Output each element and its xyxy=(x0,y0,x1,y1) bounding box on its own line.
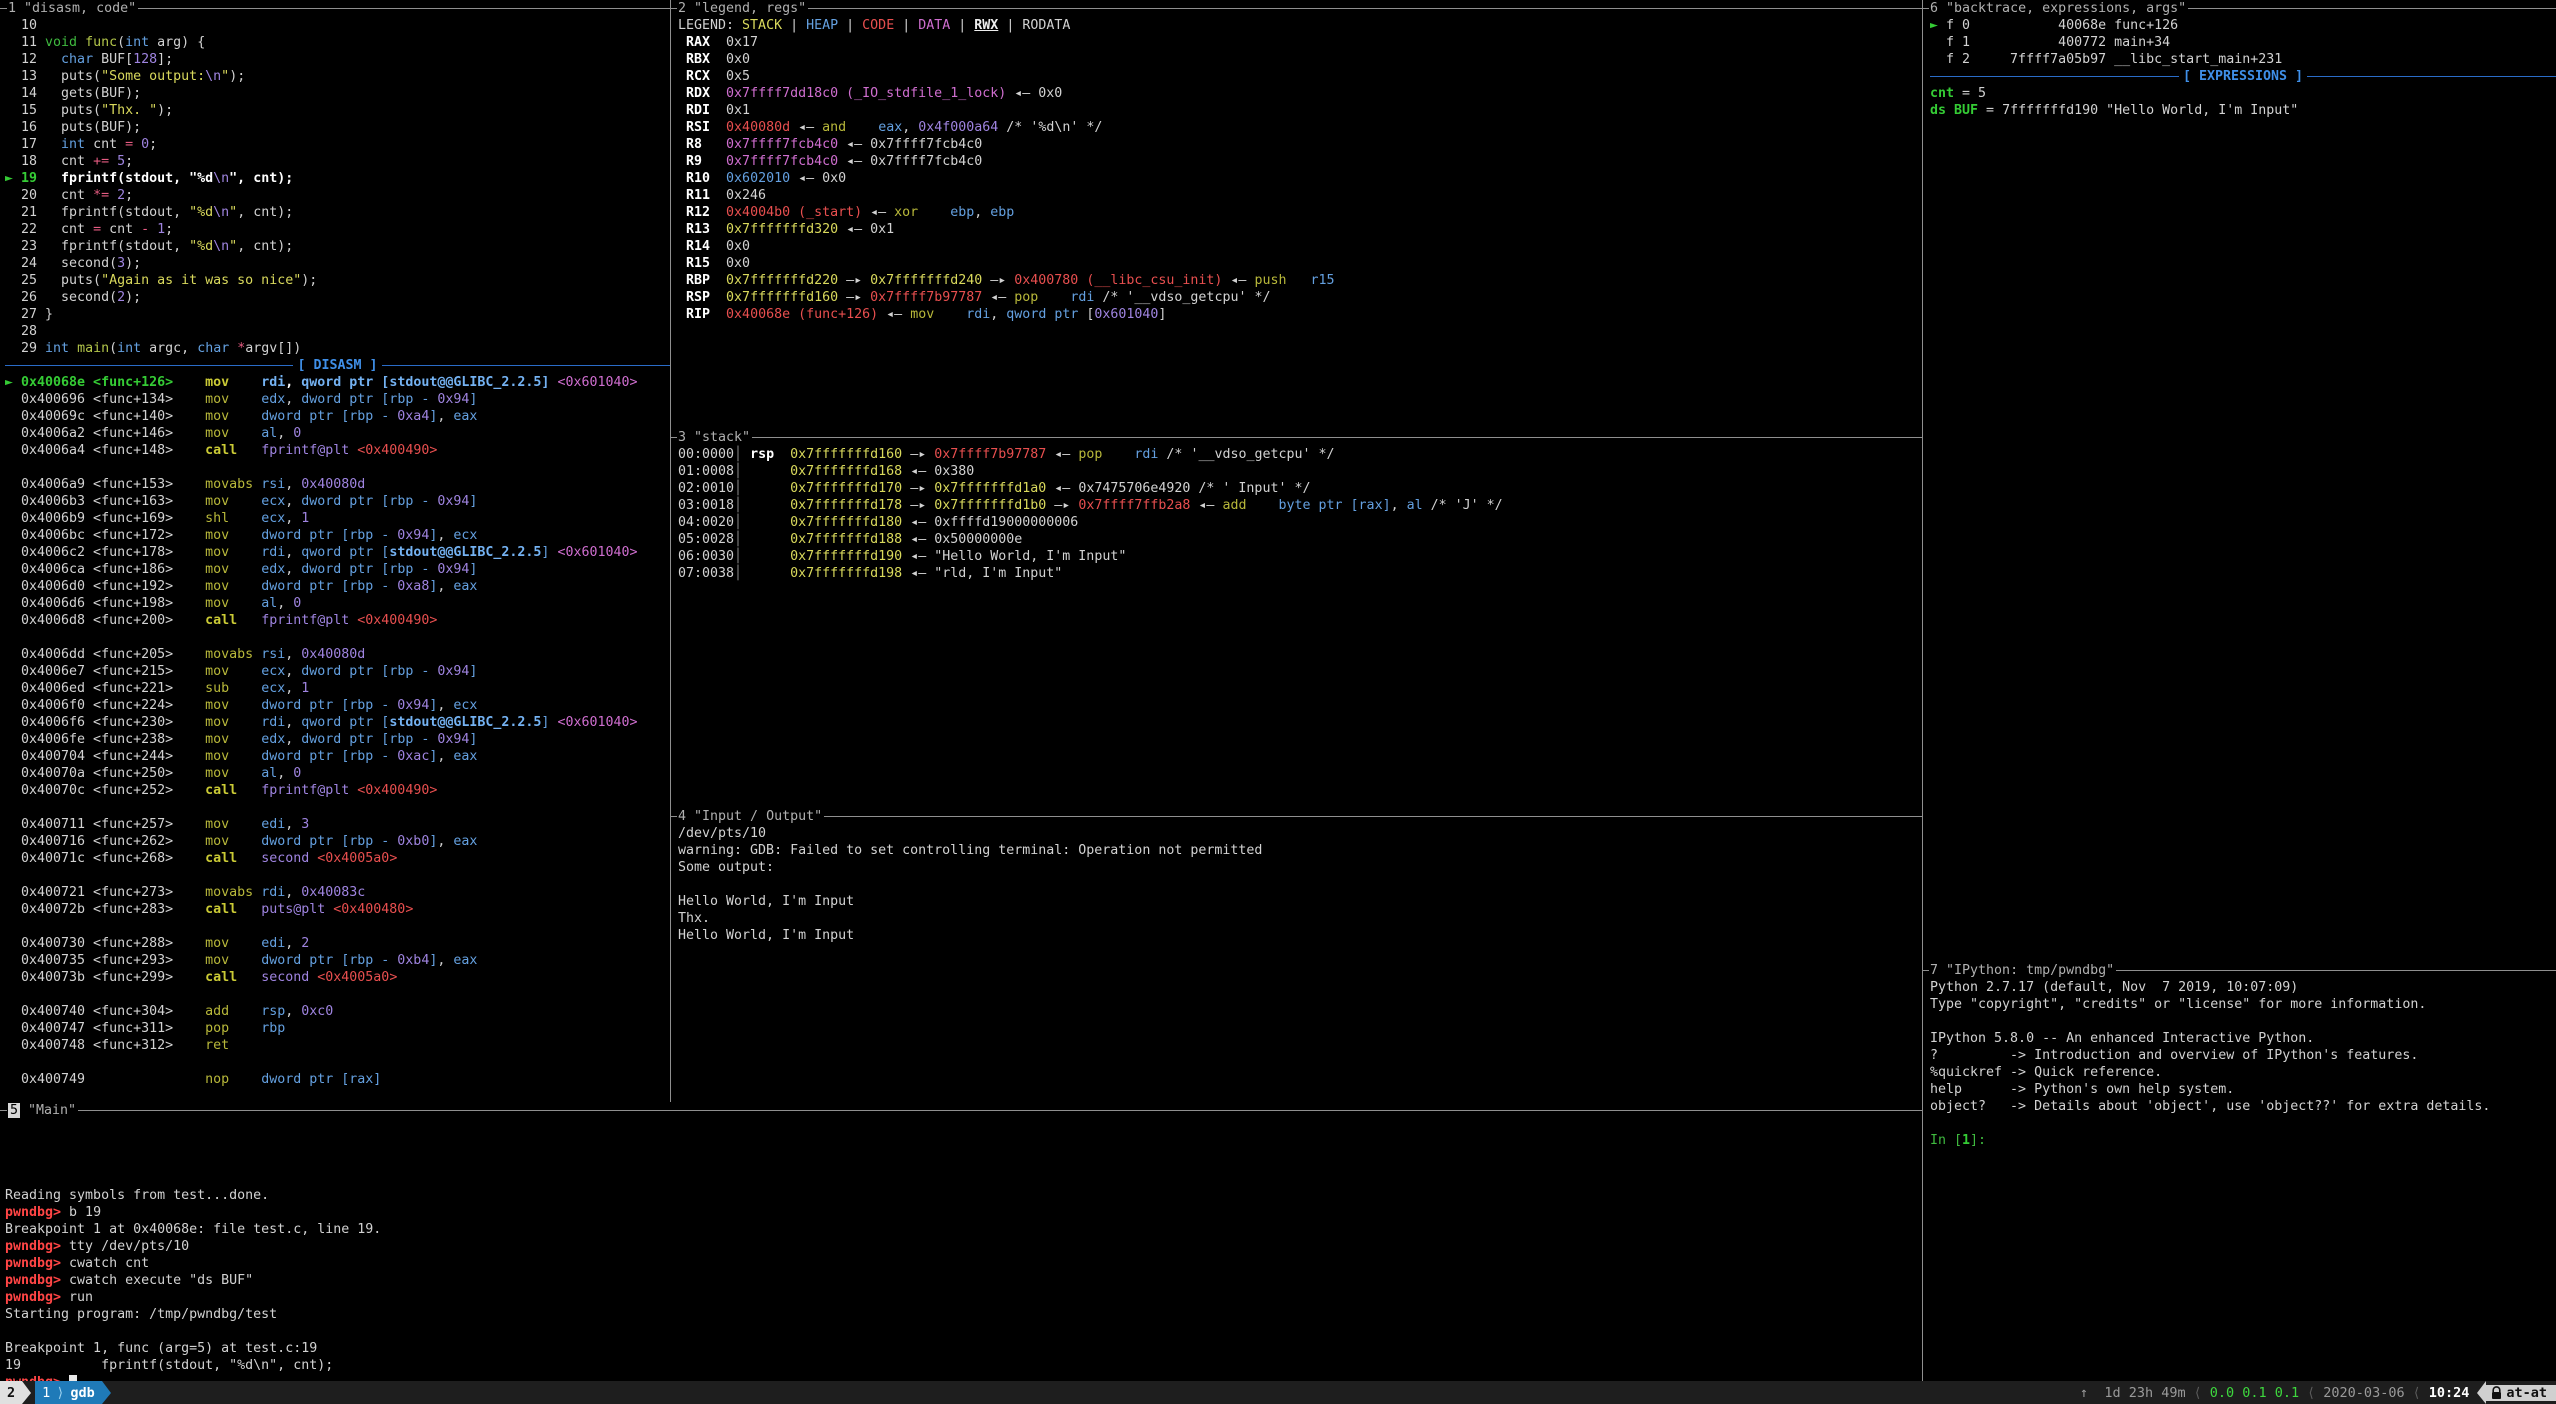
pane-border-top: 2 "legend, regs" xyxy=(670,0,1922,17)
pane-border-top: 7 "IPython: tmp/pwndbg" xyxy=(1922,962,2556,979)
session-name-badge[interactable]: 2 xyxy=(0,1381,22,1404)
chevron-left-icon: ⟨ xyxy=(2405,1385,2429,1401)
pane-backtrace-expressions[interactable]: 6 "backtrace, expressions, args" ► f 0 4… xyxy=(1922,0,2556,962)
pane-title: 5 "Main" xyxy=(7,1103,78,1118)
backtrace-lines: ► f 0 40068e func+126 f 1 400772 main+34… xyxy=(1922,17,2556,119)
pane-border-top: 1 "disasm, code" xyxy=(0,0,670,17)
pane-border-top: 4 "Input / Output" xyxy=(670,808,1922,825)
pane-border-vertical-left[interactable] xyxy=(670,0,671,1102)
status-bar: 2 1⟩gdb ↑ 1d 23h 49m ⟨ 0.0 0.1 0.1 ⟨ 202… xyxy=(0,1381,2556,1404)
pane-title: 3 "stack" xyxy=(677,430,752,445)
load-average: 0.0 0.1 0.1 xyxy=(2210,1385,2299,1401)
pane-stack[interactable]: 3 "stack" 00:0000│ rsp 0x7fffffffd160 —▸… xyxy=(670,429,1922,808)
pane-border-top: 5 "Main" xyxy=(0,1102,1922,1119)
ipython-lines: Python 2.7.17 (default, Nov 7 2019, 10:0… xyxy=(1922,979,2556,1149)
source-and-disasm-lines: 10 11 void func(int arg) { 12 char BUF[1… xyxy=(0,17,670,1088)
registers-lines: LEGEND: STACK | HEAP | CODE | DATA | RWX… xyxy=(670,17,1922,323)
pane-input-output[interactable]: 4 "Input / Output" /dev/pts/10warning: G… xyxy=(670,808,1922,1102)
hostname-badge: at-at xyxy=(2486,1385,2556,1401)
pane-main-gdb[interactable]: 5 "Main" Reading symbols from test...don… xyxy=(0,1102,1922,1381)
stack-lines: 00:0000│ rsp 0x7fffffffd160 —▸ 0x7ffff7b… xyxy=(670,446,1922,582)
window-tab-gdb[interactable]: 1⟩gdb xyxy=(35,1381,102,1404)
pane-title: 2 "legend, regs" xyxy=(677,1,808,16)
tmux-screen: 1 "disasm, code" 10 11 void func(int arg… xyxy=(0,0,2556,1404)
chevron-left-icon: ⟨ xyxy=(2186,1385,2210,1401)
chevron-left-icon: ⟨ xyxy=(2299,1385,2323,1401)
pane-title: 6 "backtrace, expressions, args" xyxy=(1929,1,2188,16)
gdb-console-lines: Reading symbols from test...done.pwndbg>… xyxy=(0,1119,1922,1381)
uptime-text xyxy=(2088,1385,2104,1401)
pane-title: 1 "disasm, code" xyxy=(7,1,138,16)
pane-border-top: 6 "backtrace, expressions, args" xyxy=(1922,0,2556,17)
date-text: 2020-03-06 xyxy=(2323,1385,2404,1401)
pane-border-top: 3 "stack" xyxy=(670,429,1922,446)
powerline-arrow-icon xyxy=(102,1381,111,1404)
pane-title: 7 "IPython: tmp/pwndbg" xyxy=(1929,963,2116,978)
program-io-lines: /dev/pts/10warning: GDB: Failed to set c… xyxy=(670,825,1922,944)
uptime-arrow-icon: ↑ xyxy=(2080,1385,2088,1401)
chevron-right-icon: ⟩ xyxy=(50,1385,70,1401)
pane-ipython[interactable]: 7 "IPython: tmp/pwndbg" Python 2.7.17 (d… xyxy=(1922,962,2556,1381)
clock-text: 10:24 xyxy=(2429,1385,2470,1401)
lock-icon xyxy=(2491,1386,2502,1400)
powerline-arrow-icon xyxy=(22,1381,31,1404)
powerline-arrow-icon xyxy=(2477,1381,2486,1404)
active-pane-number: 5 xyxy=(8,1103,20,1118)
pane-disasm-code[interactable]: 1 "disasm, code" 10 11 void func(int arg… xyxy=(0,0,670,1102)
pane-legend-regs[interactable]: 2 "legend, regs" LEGEND: STACK | HEAP | … xyxy=(670,0,1922,429)
pane-title: 4 "Input / Output" xyxy=(677,809,824,824)
pane-border-vertical-right[interactable] xyxy=(1922,0,1923,1381)
